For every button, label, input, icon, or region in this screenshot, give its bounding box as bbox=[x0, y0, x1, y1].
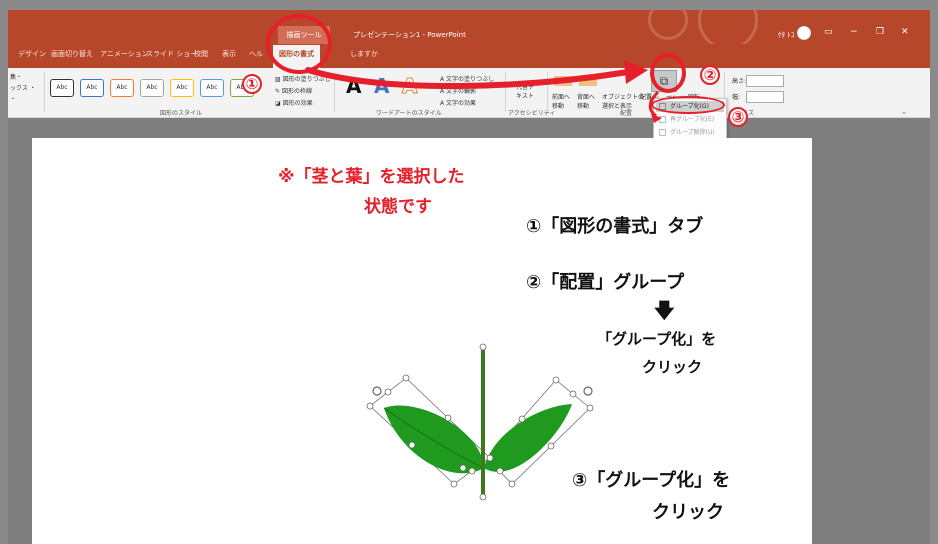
arrow-tab-to-group bbox=[305, 67, 631, 90]
powerpoint-window: 描画ツール プレゼンテーション1 - PowerPoint ｹﾀ ﾄｺ ▭ − … bbox=[8, 10, 930, 544]
arrow-group-to-menu bbox=[648, 90, 660, 118]
arrow-head bbox=[624, 60, 648, 84]
arrow-head bbox=[651, 114, 662, 123]
callout-arrows bbox=[305, 60, 662, 123]
